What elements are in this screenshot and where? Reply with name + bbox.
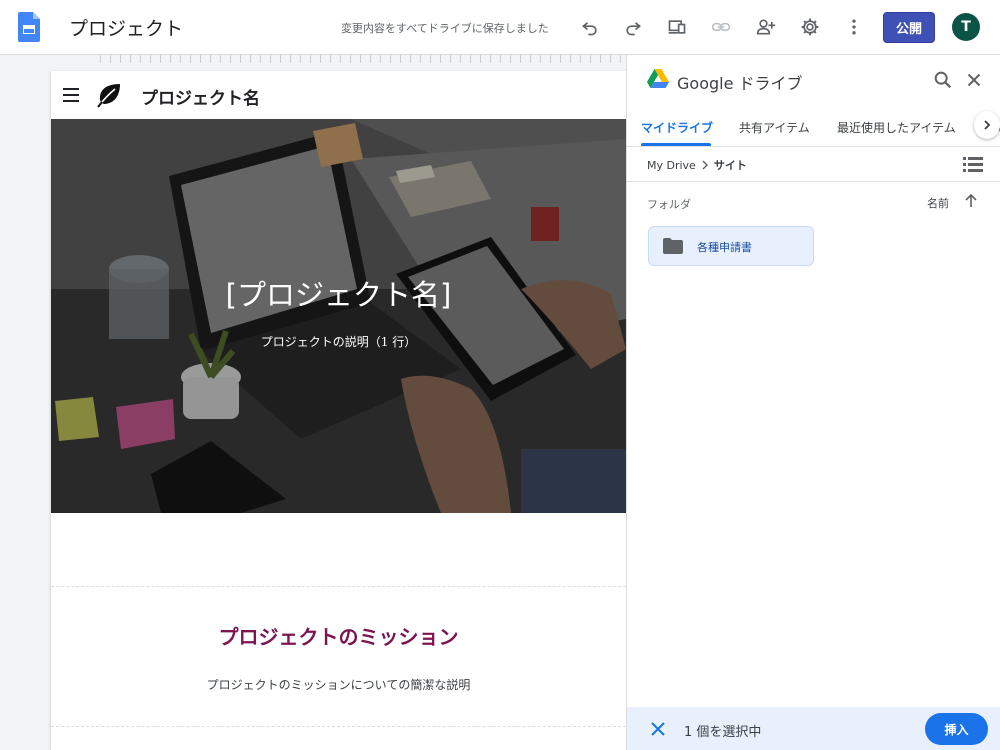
undo-icon[interactable] [578,15,602,39]
hero-banner[interactable]: [プロジェクト名] プロジェクトの説明（1 行） [51,119,626,513]
ruler [0,55,626,65]
folder-item[interactable]: 各種申請書 [648,226,814,266]
clear-selection-close-icon[interactable] [650,721,666,737]
list-view-icon[interactable] [963,155,983,173]
document-title[interactable]: プロジェクト [69,14,183,41]
selection-count: 1 個を選択中 [684,725,762,740]
breadcrumb-my-drive[interactable]: My Drive [647,159,696,172]
folder-icon [663,238,683,254]
account-avatar[interactable]: T [952,13,980,41]
redo-icon[interactable] [621,15,645,39]
leaf-logo-icon[interactable] [96,82,122,108]
hamburger-menu-icon[interactable] [63,88,79,102]
site-name[interactable]: プロジェクト名 [141,84,260,109]
chevron-right-icon [702,160,708,170]
hero-subtitle[interactable]: プロジェクトの説明（1 行） [51,333,626,350]
sort-ascending-arrow-icon[interactable] [963,193,979,209]
more-vert-icon[interactable] [842,15,866,39]
settings-gear-icon[interactable] [798,15,822,39]
tab-my-drive[interactable]: マイドライブ [641,119,713,136]
share-add-person-icon[interactable] [754,15,778,39]
mission-title[interactable]: プロジェクトのミッション [51,621,626,650]
breadcrumb: My Drive サイト [647,157,747,173]
drive-panel-title: Google ドライブ [677,74,803,93]
site-header: プロジェクト名 [51,71,626,119]
tab-shared[interactable]: 共有アイテム [739,119,810,136]
tabs-scroll-right-button[interactable] [974,111,1000,139]
folder-name: 各種申請書 [697,241,752,254]
publish-button[interactable]: 公開 [883,12,935,43]
folders-section-label: フォルダ [647,198,691,211]
search-icon[interactable] [932,69,954,91]
mission-description[interactable]: プロジェクトのミッションについての簡潔な説明 [51,676,626,693]
active-tab-indicator [641,143,711,146]
close-icon[interactable] [963,69,985,91]
drive-picker-panel: Google ドライブ マイドライブ 共有アイテム 最近使用したアイテム タ M… [626,55,1000,750]
sort-by-name[interactable]: 名前 [927,195,949,211]
preview-devices-icon[interactable] [665,15,689,39]
selection-footer: 1 個を選択中 挿入 [627,707,1000,750]
sites-logo-icon[interactable] [18,12,40,42]
site-canvas: プロジェクト名 [プロジェクト名] プロジェクトの説明（1 行） プロジェクトの… [51,71,626,750]
ruler-ticks [100,55,626,63]
insert-button[interactable]: 挿入 [925,713,988,745]
link-icon[interactable] [709,15,733,39]
tab-recent[interactable]: 最近使用したアイテム [837,119,956,136]
google-drive-logo-icon [647,69,669,88]
save-status: 変更内容をすべてドライブに保存しました [341,22,549,35]
top-bar: プロジェクト 変更内容をすべてドライブに保存しました 公開 T [0,0,1000,55]
hero-overlay [51,119,626,513]
section-divider-top [51,586,626,587]
drive-tabs: マイドライブ 共有アイテム 最近使用したアイテム タ [627,107,1000,147]
hero-title[interactable]: [プロジェクト名] [51,272,626,314]
list-divider [627,181,1000,182]
chevron-right-icon [984,120,991,130]
breadcrumb-current: サイト [713,159,747,172]
section-divider-bottom [51,726,626,727]
